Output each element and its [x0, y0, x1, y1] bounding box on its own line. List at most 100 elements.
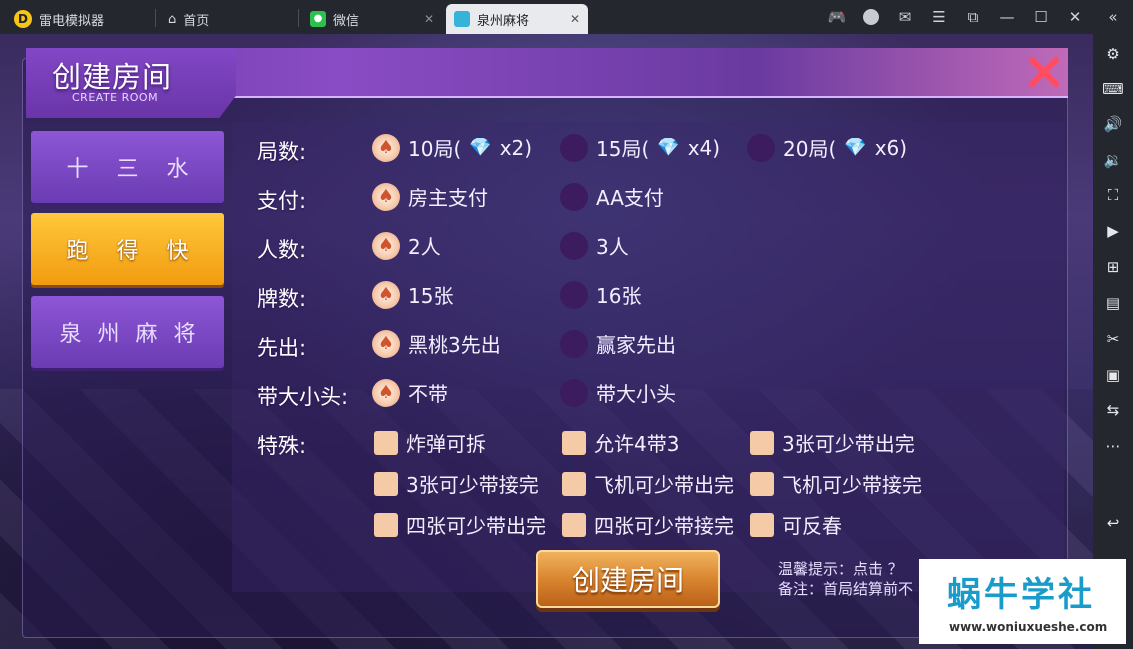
option-rounds-15[interactable]: 15局(💎 x4) [560, 133, 720, 162]
fullscreen-icon[interactable]: ⛶ [1093, 180, 1133, 210]
option-multiplier: x4) [687, 135, 721, 160]
option-cards-16[interactable]: 16张 [560, 280, 641, 309]
radio-selected-spade-icon: ♠ [372, 133, 400, 162]
volume-up-icon[interactable]: 🔊 [1093, 109, 1133, 139]
row-label-first-play: 先出: [257, 336, 307, 360]
row-label-big-small-head: 带大小头: [257, 385, 349, 409]
row-label-special: 特殊: [257, 434, 307, 458]
radio-selected-spade-icon: ♠ [372, 231, 400, 260]
game-tab-shisanshui[interactable]: 十三水 [31, 131, 224, 203]
maximize-icon[interactable]: ☐ [1024, 0, 1058, 34]
tab-wechat[interactable]: ● 微信 ✕ [302, 4, 442, 34]
minimize-icon[interactable]: — [990, 0, 1024, 34]
option-rounds-10[interactable]: ♠ 10局(💎 x2) [372, 133, 532, 162]
option-cards-15[interactable]: ♠ 15张 [372, 280, 453, 309]
keyboard-icon[interactable]: ⌨ [1093, 74, 1133, 104]
checkbox-icon [750, 471, 774, 496]
back-icon[interactable]: ↩ [1093, 508, 1133, 538]
collapse-sidebar-icon[interactable]: « [1096, 0, 1130, 34]
checkbox-four-less-receive[interactable]: 四张可少带接完 [562, 510, 734, 539]
video-icon[interactable]: ▣ [1093, 360, 1133, 390]
row-label-rounds: 局数: [257, 140, 307, 164]
checkbox-3-less-receive[interactable]: 3张可少带接完 [374, 469, 539, 498]
game-tab-paodekuai[interactable]: 跑得快 [31, 213, 224, 285]
checkbox-plane-less-out[interactable]: 飞机可少带出完 [562, 469, 734, 498]
option-label: 15局( [596, 137, 650, 161]
tab-quanzhou-mahjong[interactable]: 泉州麻将 ✕ [446, 4, 588, 34]
app-name: 雷电模拟器 [39, 13, 105, 29]
emulator-app-tab[interactable]: D 雷电模拟器 [6, 4, 156, 34]
option-label: 3人 [596, 235, 629, 259]
checkbox-label: 允许4带3 [594, 432, 680, 456]
option-payment-host[interactable]: ♠ 房主支付 [372, 182, 488, 211]
apk-install-icon[interactable]: ▤ [1093, 288, 1133, 318]
checkbox-label: 3张可少带出完 [782, 432, 915, 456]
volume-down-icon[interactable]: 🔉 [1093, 145, 1133, 175]
option-label: 10局( [408, 137, 462, 161]
game-tab-quanzhou-mahjong[interactable]: 泉州麻将 [31, 296, 224, 368]
gamepad-icon[interactable]: 🎮 [820, 0, 854, 34]
radio-selected-spade-icon: ♠ [372, 329, 400, 358]
close-dialog-button[interactable] [1022, 50, 1064, 92]
watermark-url: www.woniuxueshe.com [949, 620, 1108, 634]
wechat-icon: ● [310, 11, 326, 27]
checkbox-icon [562, 471, 586, 496]
option-head-with[interactable]: 带大小头 [560, 378, 676, 407]
checkbox-icon [374, 512, 398, 537]
option-first-winner[interactable]: 赢家先出 [560, 329, 676, 358]
checkbox-icon [562, 512, 586, 537]
close-window-icon[interactable]: ✕ [1058, 0, 1092, 34]
option-label: 20局( [783, 137, 837, 161]
checkbox-four-less-out[interactable]: 四张可少带出完 [374, 510, 546, 539]
option-payment-aa[interactable]: AA支付 [560, 182, 664, 211]
create-room-button[interactable]: 创建房间 [536, 550, 720, 608]
sync-icon[interactable]: ⇆ [1093, 395, 1133, 425]
record-play-icon[interactable]: ▶ [1093, 216, 1133, 246]
close-tab-icon[interactable]: ✕ [424, 12, 434, 26]
checkbox-icon [750, 430, 774, 455]
more-icon[interactable]: ⋯ [1093, 431, 1133, 461]
radio-selected-spade-icon: ♠ [372, 280, 400, 309]
checkbox-3-less-out[interactable]: 3张可少带出完 [750, 428, 915, 457]
radio-unselected-icon [560, 329, 588, 358]
option-label: 不带 [408, 382, 448, 406]
row-label-payment: 支付: [257, 189, 307, 213]
mail-icon[interactable]: ✉ [888, 0, 922, 34]
option-rounds-20[interactable]: 20局( 💎 x6) [747, 133, 907, 162]
option-label: 16张 [596, 284, 642, 308]
checkbox-label: 飞机可少带接完 [782, 473, 922, 497]
checkbox-plane-less-receive[interactable]: 飞机可少带接完 [750, 469, 922, 498]
checkbox-reverse-spring[interactable]: 可反春 [750, 510, 842, 539]
diamond-icon: 💎 [844, 137, 867, 158]
checkbox-label: 3张可少带接完 [406, 473, 539, 497]
radio-unselected-icon [560, 378, 588, 407]
option-head-none[interactable]: ♠ 不带 [372, 378, 448, 407]
radio-unselected-icon [747, 133, 775, 162]
checkbox-icon [374, 471, 398, 496]
checkbox-label: 四张可少带出完 [406, 514, 546, 538]
tab-divider [155, 9, 156, 27]
option-multiplier: x6) [874, 135, 908, 160]
add-window-icon[interactable]: ⊞ [1093, 252, 1133, 282]
checkbox-label: 飞机可少带出完 [594, 473, 734, 497]
tab-home[interactable]: ⌂ 首页 [160, 4, 298, 34]
option-players-2[interactable]: ♠ 2人 [372, 231, 441, 260]
radio-selected-spade-icon: ♠ [372, 378, 400, 407]
close-tab-icon[interactable]: ✕ [570, 12, 580, 26]
hint-text: 温馨提示：点击 ？ [778, 560, 903, 578]
scissors-icon[interactable]: ✂ [1093, 324, 1133, 354]
option-first-spade3[interactable]: ♠ 黑桃3先出 [372, 329, 501, 358]
settings-gear-icon[interactable]: ⚙ [1093, 39, 1133, 69]
checkbox-bomb-split[interactable]: 炸弹可拆 [374, 428, 486, 457]
screen-icon[interactable]: ⧉ [956, 0, 990, 34]
tab-label: 首页 [183, 13, 210, 29]
option-label: 2人 [408, 235, 441, 259]
option-players-3[interactable]: 3人 [560, 231, 629, 260]
watermark-title: 蜗牛学社 [947, 575, 1095, 615]
menu-icon[interactable]: ☰ [922, 0, 956, 34]
checkbox-icon [750, 512, 774, 537]
tab-label: 微信 [333, 13, 360, 29]
checkbox-allow-4-with-3[interactable]: 允许4带3 [562, 428, 679, 457]
option-label: 带大小头 [596, 382, 676, 406]
user-icon[interactable] [854, 0, 888, 34]
